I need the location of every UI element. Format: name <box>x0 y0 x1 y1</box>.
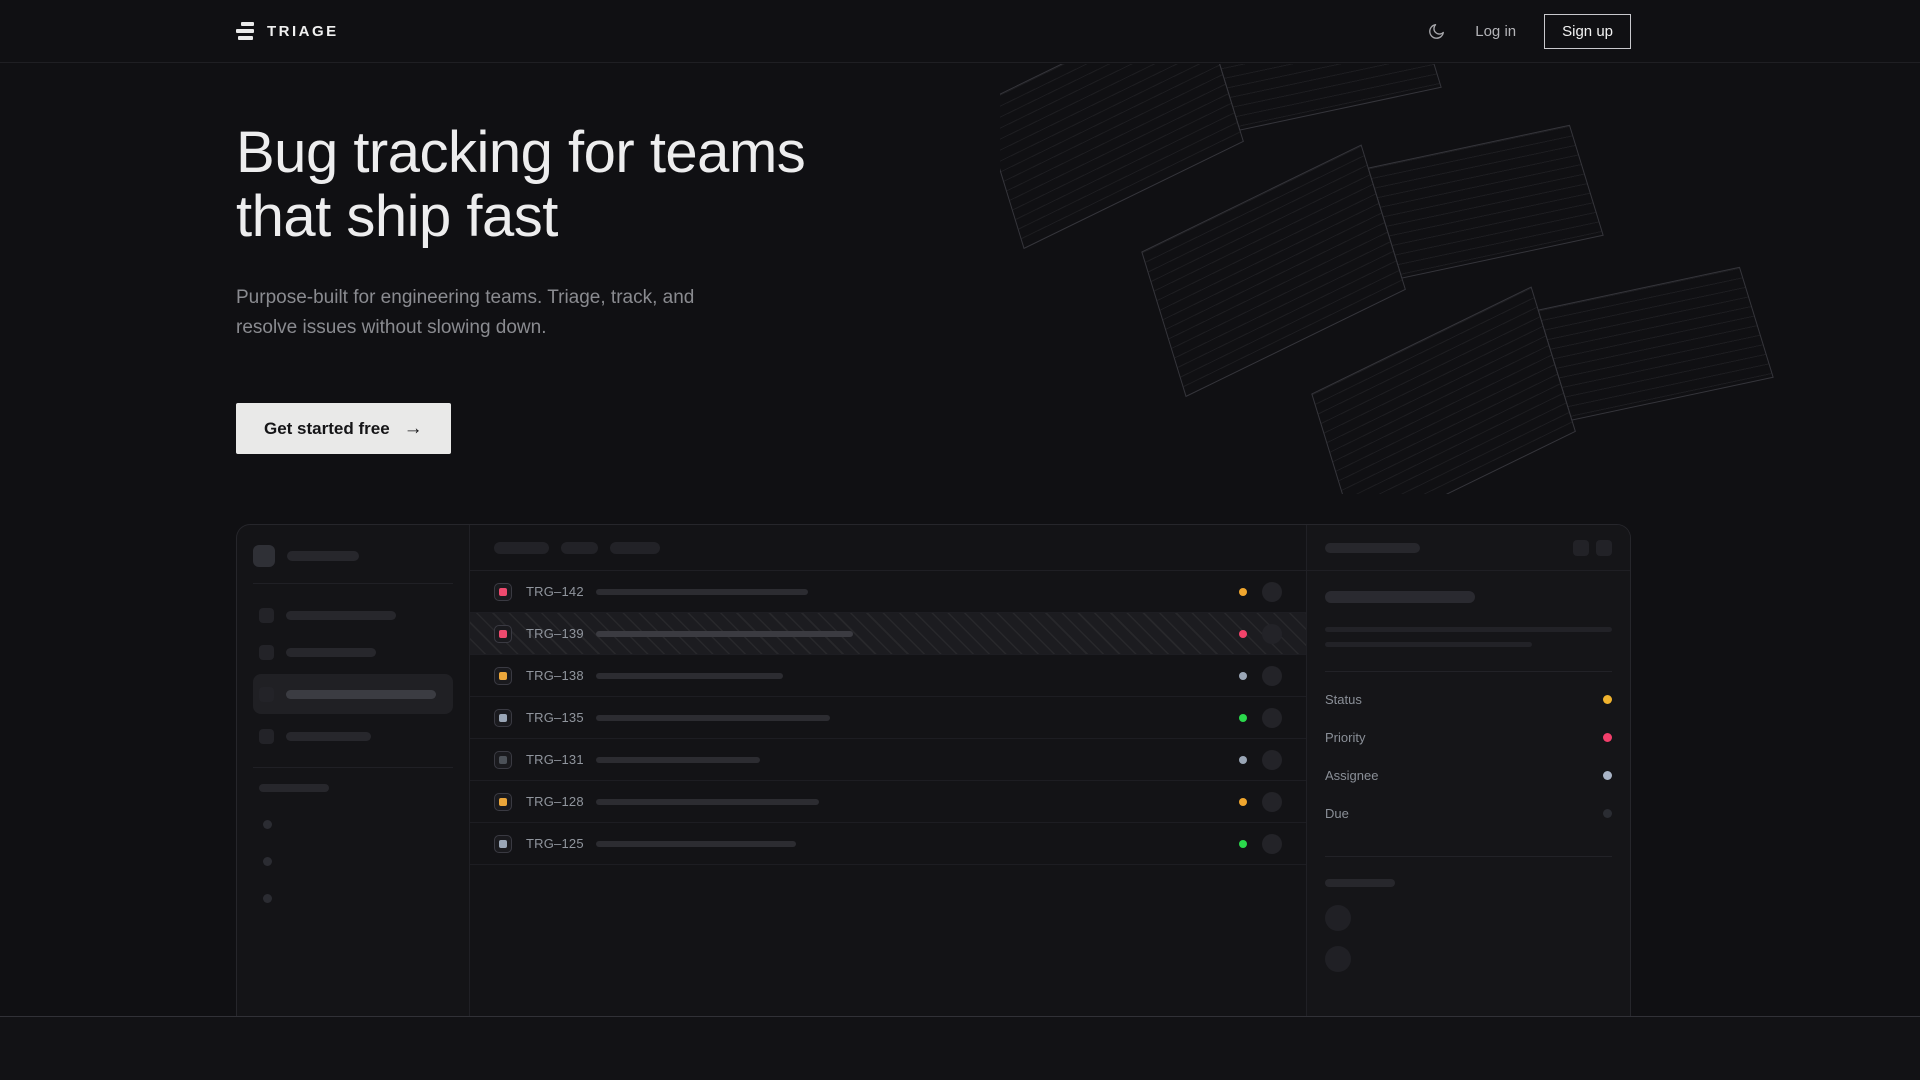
comment-avatar-skeleton <box>1325 946 1351 972</box>
issue-row: TRG–138 <box>470 655 1306 697</box>
sidebar-item-active-skeleton <box>253 674 453 714</box>
hero-section: Bug tracking for teams that ship fast Pu… <box>236 63 1631 454</box>
issue-list-header <box>470 525 1306 571</box>
sidebar-bullet <box>263 820 272 829</box>
login-link[interactable]: Log in <box>1475 23 1516 40</box>
workspace-avatar <box>253 545 275 567</box>
issue-type-icon <box>494 835 512 853</box>
status-dot <box>1239 798 1247 806</box>
comment-avatar-skeleton <box>1325 905 1351 931</box>
nav-actions: Log in Sign up <box>1425 14 1631 49</box>
field-label: Due <box>1325 806 1349 821</box>
issue-type-icon <box>494 667 512 685</box>
issue-title-skeleton <box>596 673 783 679</box>
mockup-sidebar <box>237 525 470 1016</box>
brand[interactable]: TRIAGE <box>236 22 339 40</box>
arrow-right-icon: → <box>404 418 423 440</box>
issue-list: TRG–142 TRG–139 TRG–138 TRG–135 TRG–131 <box>470 571 1306 865</box>
status-dot <box>1239 630 1247 638</box>
app-mockup: TRG–142 TRG–139 TRG–138 TRG–135 TRG–131 <box>236 524 1631 1016</box>
signup-button[interactable]: Sign up <box>1544 14 1631 49</box>
issue-title-skeleton <box>596 715 830 721</box>
sidebar-section-label-skeleton <box>259 784 329 792</box>
issue-title-skeleton <box>596 589 808 595</box>
sidebar-item-skeleton <box>253 721 453 751</box>
field-value-dot <box>1603 733 1612 742</box>
hero-subtitle: Purpose-built for engineering teams. Tri… <box>236 283 1631 343</box>
field-label: Priority <box>1325 730 1365 745</box>
issue-row: TRG–135 <box>470 697 1306 739</box>
field-label: Assignee <box>1325 768 1378 783</box>
issue-list-panel: TRG–142 TRG–139 TRG–138 TRG–135 TRG–131 <box>470 525 1306 1016</box>
field-value-dot <box>1603 771 1612 780</box>
triage-logo-icon <box>236 22 256 40</box>
field-label: Status <box>1325 692 1362 707</box>
detail-header-buttons <box>1573 540 1612 556</box>
hero-title: Bug tracking for teams that ship fast <box>236 121 1631 249</box>
issue-id: TRG–138 <box>526 668 584 683</box>
sidebar-bullet <box>263 857 272 866</box>
issue-type-icon <box>494 751 512 769</box>
issue-title-skeleton <box>596 841 796 847</box>
issue-id: TRG–139 <box>526 626 584 641</box>
issue-id: TRG–135 <box>526 710 584 725</box>
issue-title-skeleton <box>596 799 819 805</box>
issue-detail-panel: Status Priority Assignee Due <box>1306 525 1630 1016</box>
detail-field-row: Status <box>1325 680 1612 718</box>
issue-id: TRG–131 <box>526 752 584 767</box>
detail-title-skeleton <box>1325 591 1475 603</box>
moon-icon[interactable] <box>1425 20 1447 42</box>
issue-id: TRG–125 <box>526 836 584 851</box>
issue-id: TRG–128 <box>526 794 584 809</box>
issue-type-icon <box>494 793 512 811</box>
detail-field-row: Priority <box>1325 718 1612 756</box>
issue-title-skeleton <box>596 757 760 763</box>
detail-header <box>1307 525 1630 571</box>
issue-row: TRG–128 <box>470 781 1306 823</box>
detail-section-label-skeleton <box>1325 879 1395 887</box>
issue-type-icon <box>494 583 512 601</box>
assignee-avatar <box>1262 666 1282 686</box>
status-dot <box>1239 756 1247 764</box>
sidebar-item-skeleton <box>253 600 453 630</box>
status-dot <box>1239 672 1247 680</box>
issue-row: TRG–139 <box>470 613 1306 655</box>
assignee-avatar <box>1262 708 1282 728</box>
issue-type-icon <box>494 709 512 727</box>
assignee-avatar <box>1262 582 1282 602</box>
assignee-avatar <box>1262 834 1282 854</box>
issue-row: TRG–131 <box>470 739 1306 781</box>
detail-text-skeleton <box>1325 627 1612 632</box>
issue-row: TRG–125 <box>470 823 1306 865</box>
get-started-button[interactable]: Get started free → <box>236 403 451 454</box>
issue-title-skeleton <box>596 631 853 637</box>
assignee-avatar <box>1262 624 1282 644</box>
issue-id: TRG–142 <box>526 584 584 599</box>
detail-field-row: Assignee <box>1325 756 1612 794</box>
field-value-dot <box>1603 809 1612 818</box>
status-dot <box>1239 588 1247 596</box>
status-dot <box>1239 714 1247 722</box>
assignee-avatar <box>1262 750 1282 770</box>
top-navbar: TRIAGE Log in Sign up <box>0 0 1920 63</box>
detail-field-row: Due <box>1325 794 1612 832</box>
workspace-switcher-skeleton <box>253 545 453 567</box>
sidebar-bullet <box>263 894 272 903</box>
footer <box>0 1016 1920 1080</box>
detail-text-skeleton <box>1325 642 1532 647</box>
sidebar-item-skeleton <box>253 637 453 667</box>
detail-fields: Status Priority Assignee Due <box>1325 680 1612 832</box>
brand-name: TRIAGE <box>267 23 339 40</box>
field-value-dot <box>1603 695 1612 704</box>
issue-type-icon <box>494 625 512 643</box>
status-dot <box>1239 840 1247 848</box>
issue-row: TRG–142 <box>470 571 1306 613</box>
assignee-avatar <box>1262 792 1282 812</box>
